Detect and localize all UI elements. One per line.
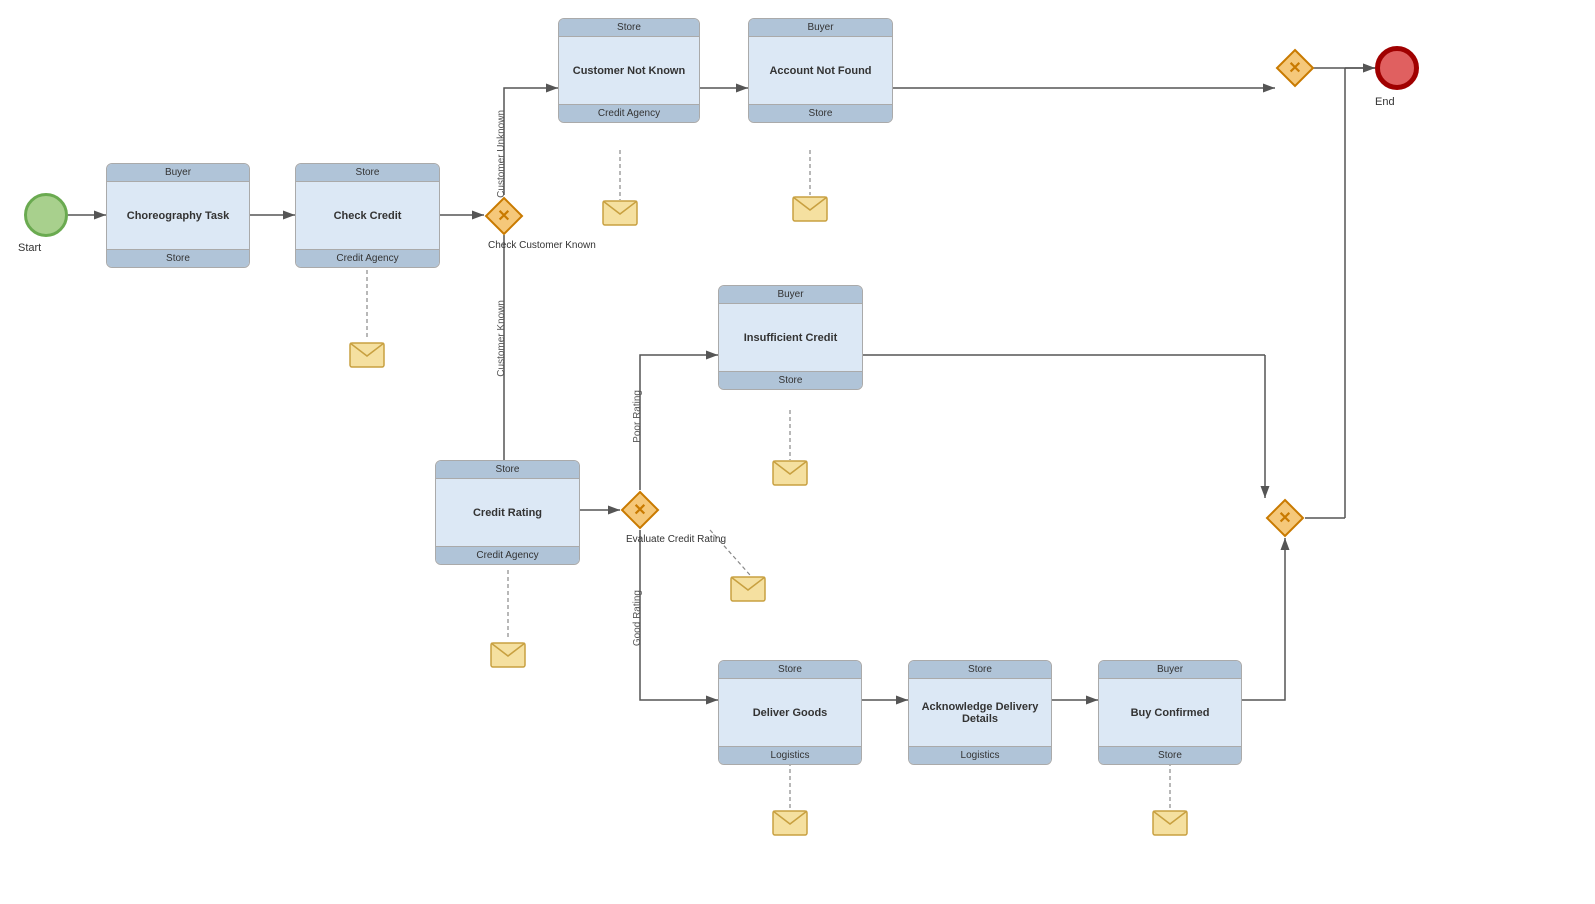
deliver-goods-body: Deliver Goods — [719, 679, 861, 746]
buy-confirmed-header: Buyer — [1099, 661, 1241, 679]
customer-not-known-body: Customer Not Known — [559, 37, 699, 104]
choreography-task-header: Buyer — [107, 164, 249, 182]
customer-not-known-header: Store — [559, 19, 699, 37]
check-credit-body: Check Credit — [296, 182, 439, 249]
acknowledge-delivery-header: Store — [909, 661, 1051, 679]
credit-rating-body: Credit Rating — [436, 479, 579, 546]
buy-confirmed-footer: Store — [1099, 746, 1241, 764]
customer-not-known-node: Store Customer Not Known Credit Agency — [558, 18, 700, 123]
credit-rating-node: Store Credit Rating Credit Agency — [435, 460, 580, 565]
check-customer-known-gateway: ✕ — [484, 196, 524, 236]
svg-text:✕: ✕ — [1278, 510, 1291, 527]
check-credit-node: Store Check Credit Credit Agency — [295, 163, 440, 268]
account-not-found-body: Account Not Found — [749, 37, 892, 104]
svg-text:✕: ✕ — [1288, 60, 1301, 77]
choreography-task-node: Buyer Choreography Task Store — [106, 163, 250, 268]
check-credit-footer: Credit Agency — [296, 249, 439, 267]
envelope-buy-confirmed — [1152, 810, 1188, 836]
envelope-credit-rating — [490, 642, 526, 668]
diagram-canvas: Start End Buyer Choreography Task Store … — [0, 0, 1595, 904]
start-label: Start — [18, 242, 41, 254]
start-event — [24, 193, 68, 237]
envelope-account-not-found — [792, 196, 828, 222]
account-not-found-node: Buyer Account Not Found Store — [748, 18, 893, 123]
insufficient-credit-body: Insufficient Credit — [719, 304, 862, 371]
envelope-check-credit — [349, 342, 385, 368]
svg-text:✕: ✕ — [497, 208, 510, 225]
merge2-gateway: ✕ — [1265, 498, 1305, 538]
acknowledge-delivery-node: Store Acknowledge Delivery Details Logis… — [908, 660, 1052, 765]
poor-rating-label: Poor Rating — [632, 390, 643, 443]
deliver-goods-header: Store — [719, 661, 861, 679]
acknowledge-delivery-footer: Logistics — [909, 746, 1051, 764]
end-label: End — [1375, 96, 1395, 108]
insufficient-credit-footer: Store — [719, 371, 862, 389]
good-rating-label: Good Rating — [632, 590, 643, 646]
envelope-deliver-goods — [772, 810, 808, 836]
customer-not-known-footer: Credit Agency — [559, 104, 699, 122]
customer-unknown-label: Customer Unknown — [496, 110, 507, 198]
check-customer-known-label: Check Customer Known — [488, 240, 596, 251]
credit-rating-header: Store — [436, 461, 579, 479]
svg-text:✕: ✕ — [633, 502, 646, 519]
account-not-found-footer: Store — [749, 104, 892, 122]
envelope-evaluate-credit — [730, 576, 766, 602]
envelope-insufficient-credit — [772, 460, 808, 486]
buy-confirmed-body: Buy Confirmed — [1099, 679, 1241, 746]
insufficient-credit-header: Buyer — [719, 286, 862, 304]
envelope-customer-not-known — [602, 200, 638, 226]
customer-known-label: Customer Known — [496, 300, 507, 377]
check-credit-header: Store — [296, 164, 439, 182]
choreography-task-footer: Store — [107, 249, 249, 267]
insufficient-credit-node: Buyer Insufficient Credit Store — [718, 285, 863, 390]
merge1-gateway: ✕ — [1275, 48, 1315, 88]
credit-rating-footer: Credit Agency — [436, 546, 579, 564]
deliver-goods-footer: Logistics — [719, 746, 861, 764]
choreography-task-body: Choreography Task — [107, 182, 249, 249]
end-event — [1375, 46, 1419, 90]
deliver-goods-node: Store Deliver Goods Logistics — [718, 660, 862, 765]
evaluate-credit-gateway: ✕ — [620, 490, 660, 530]
evaluate-credit-label: Evaluate Credit Rating — [626, 534, 726, 545]
account-not-found-header: Buyer — [749, 19, 892, 37]
acknowledge-delivery-body: Acknowledge Delivery Details — [909, 679, 1051, 746]
buy-confirmed-node: Buyer Buy Confirmed Store — [1098, 660, 1242, 765]
